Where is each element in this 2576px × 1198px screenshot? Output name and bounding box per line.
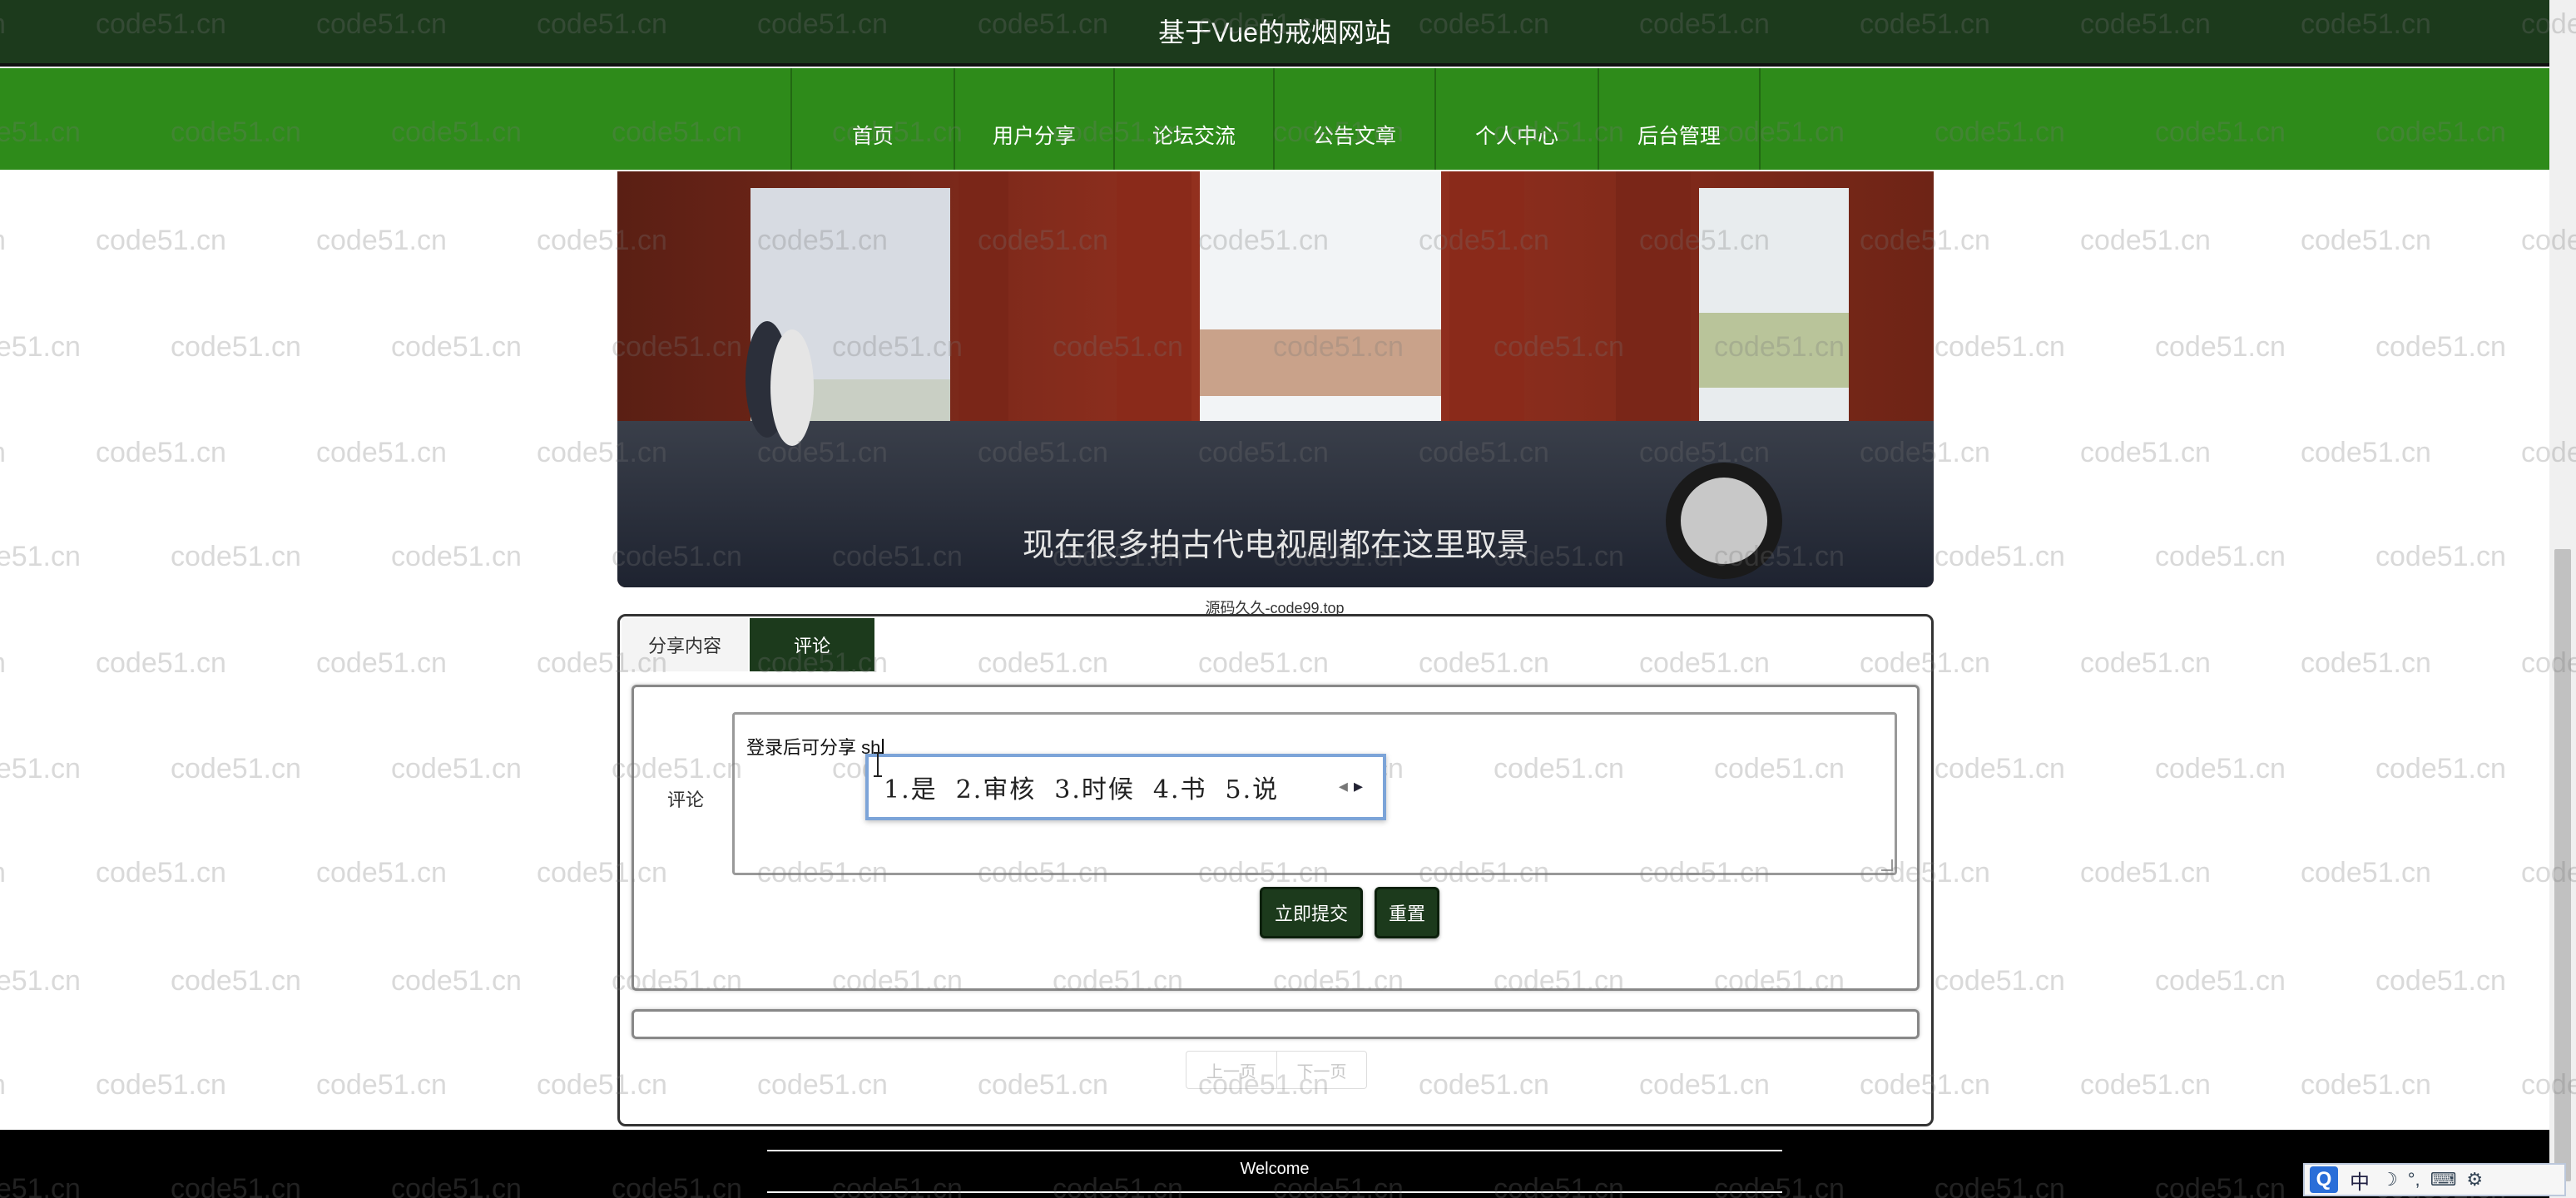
page-scrollbar[interactable] — [2549, 0, 2576, 1198]
watermark-text: code51.cn — [171, 753, 301, 785]
watermark-text: code51.cn — [0, 753, 81, 785]
tab-comment[interactable]: 评论 — [750, 618, 874, 671]
keyboard-icon[interactable]: ⌨ — [2430, 1169, 2457, 1191]
tab-share-content[interactable]: 分享内容 — [622, 618, 748, 671]
ime-candidate[interactable]: 3.时候 — [1054, 769, 1135, 805]
site-header: 基于Vue的戒烟网站 — [0, 0, 2549, 67]
watermark-text: code51.cn — [2080, 1069, 2211, 1101]
watermark-text: code51.cn — [316, 647, 447, 679]
watermark-text: code51.cn — [2301, 1069, 2431, 1101]
watermark-text: code51.cn — [2155, 753, 2286, 785]
watermark-text: code51.cn — [2080, 857, 2211, 889]
comment-label: 评论 — [667, 790, 705, 810]
ime-language-toggle[interactable]: 中 — [2350, 1166, 2370, 1195]
watermark-text: code51.cn — [0, 437, 6, 469]
watermark-text: code51.cn — [1934, 753, 2065, 785]
watermark-text: code51.cn — [96, 225, 226, 256]
watermark-text: code51.cn — [171, 965, 301, 997]
banner-subtitle: 现在很多拍古代电视剧都在这里取景 — [1023, 527, 1528, 563]
watermark-text: code51.cn — [2301, 225, 2431, 256]
watermark-text: code51.cn — [0, 1069, 6, 1101]
ime-candidate[interactable]: 1.是 — [884, 769, 938, 805]
nav-item-home[interactable]: 首页 — [790, 68, 954, 170]
banner-image: 现在很多拍古代电视剧都在这里取景 — [617, 171, 1934, 587]
mouse-cursor-icon — [874, 752, 882, 777]
watermark-text: code51.cn — [0, 647, 6, 680]
watermark-text: code51.cn — [1934, 331, 2065, 363]
pagination: 上一页 下一页 — [1186, 1051, 1367, 1089]
watermark-text: code51.cn — [0, 225, 6, 257]
watermark-text: code51.cn — [2080, 647, 2211, 679]
watermark-text: code51.cn — [96, 1069, 226, 1101]
watermark-text: code51.cn — [96, 437, 226, 468]
watermark-text: code51.cn — [2375, 753, 2506, 785]
watermark-text: code51.cn — [391, 541, 522, 572]
nav-item-notice[interactable]: 公告文章 — [1273, 68, 1434, 170]
watermark-text: code51.cn — [1934, 541, 2065, 572]
watermark-text: code51.cn — [2375, 541, 2506, 572]
submit-button[interactable]: 立即提交 — [1260, 887, 1363, 938]
watermark-text: code51.cn — [171, 541, 301, 572]
watermark-text: code51.cn — [0, 541, 81, 572]
nav-item-personal-center[interactable]: 个人中心 — [1434, 68, 1598, 170]
ime-candidate[interactable]: 5.说 — [1226, 769, 1280, 805]
ime-candidate[interactable]: 2.审核 — [956, 769, 1037, 805]
ime-candidate[interactable]: 4.书 — [1153, 769, 1207, 805]
toolbox-icon[interactable]: ⚙ — [2466, 1169, 2483, 1191]
reset-button[interactable]: 重置 — [1375, 887, 1439, 938]
ime-candidate-popup: 1.是 2.审核 3.时候 4.书 5.说 ◂ ▸ — [865, 754, 1386, 820]
watermark-text: code51.cn — [0, 331, 81, 363]
watermark-text: code51.cn — [2301, 437, 2431, 468]
footer-text: Welcome — [1240, 1160, 1310, 1178]
comment-form: 评论 登录后可分享 sh 立即提交 重置 — [632, 685, 1920, 991]
comments-list — [632, 1009, 1920, 1039]
watermark-text: code51.cn — [316, 1069, 447, 1101]
main-nav: 首页 用户分享 论坛交流 公告文章 个人中心 后台管理 — [0, 68, 2549, 170]
watermark-text: code51.cn — [2375, 331, 2506, 363]
watermark-text: code51.cn — [0, 857, 6, 889]
punctuation-icon[interactable]: °, — [2408, 1169, 2420, 1191]
footer-rule — [767, 1150, 1782, 1151]
watermark-text: code51.cn — [2301, 857, 2431, 889]
footer-rule — [767, 1191, 1782, 1193]
ime-status-bar: Q 中 ☽ °, ⌨ ⚙ — [2303, 1163, 2566, 1196]
nav-item-forum[interactable]: 论坛交流 — [1113, 68, 1273, 170]
watermark-text: code51.cn — [391, 753, 522, 785]
prev-page-button[interactable]: 上一页 — [1186, 1052, 1276, 1088]
watermark-text: code51.cn — [96, 857, 226, 889]
site-footer: Welcome — [0, 1130, 2549, 1198]
ime-arrow-right-icon[interactable]: ▸ — [1354, 775, 1363, 797]
watermark-text: code51.cn — [2080, 225, 2211, 256]
watermark-text: code51.cn — [391, 965, 522, 997]
resize-grip-icon[interactable] — [1881, 859, 1893, 871]
watermark-text: code51.cn — [2301, 647, 2431, 679]
nav-item-user-share[interactable]: 用户分享 — [954, 68, 1113, 170]
watermark-text: code51.cn — [96, 647, 226, 679]
site-title: 基于Vue的戒烟网站 — [1158, 17, 1391, 47]
watermark-text: code51.cn — [391, 331, 522, 363]
ime-arrow-left-icon[interactable]: ◂ — [1339, 776, 1348, 797]
scrollbar-thumb[interactable] — [2554, 549, 2571, 1181]
watermark-text: code51.cn — [316, 437, 447, 468]
ime-logo-icon[interactable]: Q — [2310, 1166, 2338, 1193]
watermark-text: code51.cn — [0, 965, 81, 997]
watermark-text: code51.cn — [316, 857, 447, 889]
detail-panel: 分享内容 评论 评论 登录后可分享 sh 立即提交 重置 上一页 下一页 — [617, 614, 1934, 1126]
watermark-text: code51.cn — [171, 331, 301, 363]
next-page-button[interactable]: 下一页 — [1276, 1052, 1366, 1088]
watermark-text: code51.cn — [2155, 331, 2286, 363]
nav-item-admin[interactable]: 后台管理 — [1598, 68, 1761, 170]
watermark-text: code51.cn — [2155, 541, 2286, 572]
watermark-text: code51.cn — [2080, 437, 2211, 468]
comment-text: 登录后可分享 sh — [746, 737, 881, 758]
watermark-text: code51.cn — [2155, 965, 2286, 997]
watermark-text: code51.cn — [2375, 965, 2506, 997]
watermark-text: code51.cn — [1934, 965, 2065, 997]
banner-photo: 现在很多拍古代电视剧都在这里取景 — [617, 171, 1934, 587]
watermark-text: code51.cn — [316, 225, 447, 256]
moon-icon[interactable]: ☽ — [2381, 1169, 2398, 1191]
